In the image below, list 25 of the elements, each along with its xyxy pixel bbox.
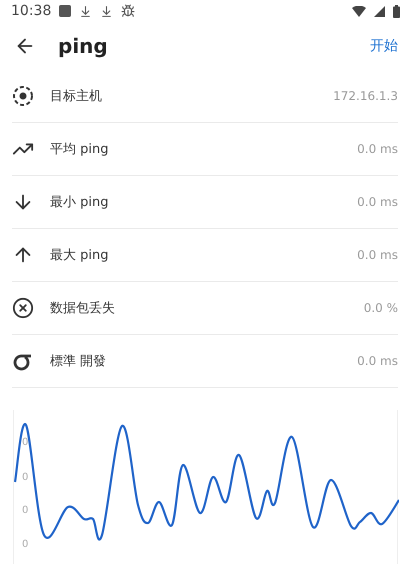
row-value: 0.0 ms — [357, 248, 398, 262]
status-time: 10:38 — [11, 3, 52, 19]
row-label: 最小 ping — [50, 194, 110, 211]
wifi-icon — [352, 6, 366, 16]
start-button[interactable]: 开始 — [368, 33, 400, 59]
row-value: 0.0 ms — [357, 195, 398, 209]
row-label: 最大 ping — [50, 247, 110, 264]
battery-icon — [393, 4, 400, 18]
signal-icon — [374, 6, 385, 16]
download-icon — [100, 4, 114, 18]
row-value: 0.0 % — [364, 301, 398, 315]
row-label: 目标主机 — [50, 88, 103, 105]
row-value: 172.16.1.3 — [333, 89, 398, 103]
circle-x-icon — [12, 297, 34, 319]
row-value: 0.0 ms — [357, 142, 398, 156]
notification-icon — [59, 5, 72, 17]
row-value: 0.0 ms — [357, 354, 398, 368]
download-icon — [79, 4, 92, 18]
bug-icon — [121, 4, 136, 18]
axis-label: 0 — [22, 539, 30, 550]
page-title: ping — [58, 34, 109, 58]
target-icon — [12, 85, 34, 107]
row-label: 数据包丢失 — [50, 300, 116, 317]
row-label: 標準 開發 — [50, 353, 108, 370]
row-label: 平均 ping — [50, 141, 110, 158]
